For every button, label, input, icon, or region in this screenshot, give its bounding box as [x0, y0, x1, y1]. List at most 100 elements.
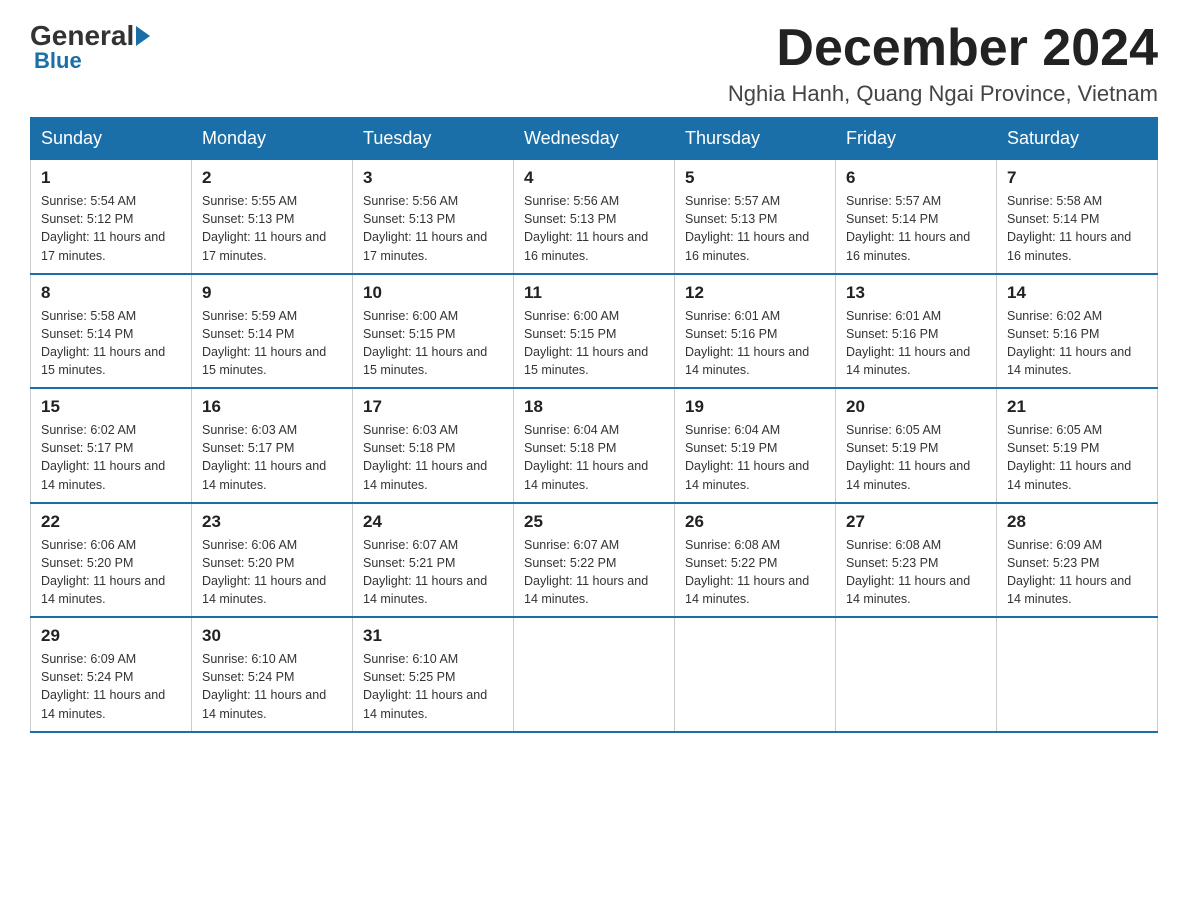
calendar-cell: 18Sunrise: 6:04 AMSunset: 5:18 PMDayligh…	[514, 388, 675, 503]
day-number: 4	[524, 168, 664, 188]
calendar-cell: 20 Sunrise: 6:05 AMSunset: 5:19 PMDayligh…	[836, 388, 997, 503]
day-info: Sunrise: 6:02 AMSunset: 5:16 PMDaylight:…	[1007, 307, 1147, 380]
calendar-cell: 30 Sunrise: 6:10 AMSunset: 5:24 PMDayligh…	[192, 617, 353, 732]
calendar-cell: 13 Sunrise: 6:01 AMSunset: 5:16 PMDayligh…	[836, 274, 997, 389]
calendar-cell: 22 Sunrise: 6:06 AMSunset: 5:20 PMDayligh…	[31, 503, 192, 618]
calendar-cell: 15Sunrise: 6:02 AMSunset: 5:17 PMDayligh…	[31, 388, 192, 503]
calendar-cell	[675, 617, 836, 732]
day-number: 22	[41, 512, 181, 532]
calendar-cell: 24Sunrise: 6:07 AMSunset: 5:21 PMDayligh…	[353, 503, 514, 618]
calendar-cell: 11 Sunrise: 6:00 AMSunset: 5:15 PMDayligh…	[514, 274, 675, 389]
day-info: Sunrise: 6:05 AMSunset: 5:19 PMDaylight:…	[846, 421, 986, 494]
calendar-cell: 1 Sunrise: 5:54 AMSunset: 5:12 PMDaylight…	[31, 160, 192, 274]
day-info: Sunrise: 5:55 AMSunset: 5:13 PMDaylight:…	[202, 192, 342, 265]
day-info: Sunrise: 6:06 AMSunset: 5:20 PMDaylight:…	[202, 536, 342, 609]
logo: General Blue	[30, 20, 152, 74]
header-tuesday: Tuesday	[353, 118, 514, 160]
day-number: 2	[202, 168, 342, 188]
day-number: 10	[363, 283, 503, 303]
day-info: Sunrise: 6:03 AMSunset: 5:17 PMDaylight:…	[202, 421, 342, 494]
day-info: Sunrise: 6:07 AMSunset: 5:21 PMDaylight:…	[363, 536, 503, 609]
day-number: 28	[1007, 512, 1147, 532]
day-info: Sunrise: 6:07 AMSunset: 5:22 PMDaylight:…	[524, 536, 664, 609]
calendar-cell	[997, 617, 1158, 732]
month-title: December 2024	[728, 20, 1158, 77]
day-info: Sunrise: 6:09 AMSunset: 5:23 PMDaylight:…	[1007, 536, 1147, 609]
header-monday: Monday	[192, 118, 353, 160]
calendar-cell: 5Sunrise: 5:57 AMSunset: 5:13 PMDaylight…	[675, 160, 836, 274]
day-info: Sunrise: 5:58 AMSunset: 5:14 PMDaylight:…	[1007, 192, 1147, 265]
day-info: Sunrise: 5:56 AMSunset: 5:13 PMDaylight:…	[363, 192, 503, 265]
location-title: Nghia Hanh, Quang Ngai Province, Vietnam	[728, 81, 1158, 107]
calendar-cell: 23 Sunrise: 6:06 AMSunset: 5:20 PMDayligh…	[192, 503, 353, 618]
title-area: December 2024 Nghia Hanh, Quang Ngai Pro…	[728, 20, 1158, 107]
day-info: Sunrise: 6:09 AMSunset: 5:24 PMDaylight:…	[41, 650, 181, 723]
day-number: 27	[846, 512, 986, 532]
calendar-cell: 21Sunrise: 6:05 AMSunset: 5:19 PMDayligh…	[997, 388, 1158, 503]
calendar-week-row: 1 Sunrise: 5:54 AMSunset: 5:12 PMDaylight…	[31, 160, 1158, 274]
day-number: 26	[685, 512, 825, 532]
header-thursday: Thursday	[675, 118, 836, 160]
day-number: 6	[846, 168, 986, 188]
day-number: 29	[41, 626, 181, 646]
calendar-week-row: 8 Sunrise: 5:58 AMSunset: 5:14 PMDaylight…	[31, 274, 1158, 389]
day-info: Sunrise: 6:06 AMSunset: 5:20 PMDaylight:…	[41, 536, 181, 609]
calendar-cell: 26Sunrise: 6:08 AMSunset: 5:22 PMDayligh…	[675, 503, 836, 618]
day-info: Sunrise: 6:00 AMSunset: 5:15 PMDaylight:…	[524, 307, 664, 380]
day-info: Sunrise: 5:58 AMSunset: 5:14 PMDaylight:…	[41, 307, 181, 380]
day-number: 20	[846, 397, 986, 417]
calendar-cell: 19Sunrise: 6:04 AMSunset: 5:19 PMDayligh…	[675, 388, 836, 503]
calendar-cell: 31 Sunrise: 6:10 AMSunset: 5:25 PMDayligh…	[353, 617, 514, 732]
header-sunday: Sunday	[31, 118, 192, 160]
calendar-cell: 17Sunrise: 6:03 AMSunset: 5:18 PMDayligh…	[353, 388, 514, 503]
calendar-cell: 27Sunrise: 6:08 AMSunset: 5:23 PMDayligh…	[836, 503, 997, 618]
day-number: 1	[41, 168, 181, 188]
header-saturday: Saturday	[997, 118, 1158, 160]
calendar-table: SundayMondayTuesdayWednesdayThursdayFrid…	[30, 117, 1158, 733]
logo-blue: Blue	[34, 48, 82, 74]
calendar-cell	[836, 617, 997, 732]
day-number: 31	[363, 626, 503, 646]
day-number: 13	[846, 283, 986, 303]
day-info: Sunrise: 5:56 AMSunset: 5:13 PMDaylight:…	[524, 192, 664, 265]
calendar-cell: 8 Sunrise: 5:58 AMSunset: 5:14 PMDaylight…	[31, 274, 192, 389]
day-number: 11	[524, 283, 664, 303]
day-info: Sunrise: 6:10 AMSunset: 5:25 PMDaylight:…	[363, 650, 503, 723]
header-friday: Friday	[836, 118, 997, 160]
day-number: 18	[524, 397, 664, 417]
day-info: Sunrise: 6:04 AMSunset: 5:19 PMDaylight:…	[685, 421, 825, 494]
calendar-cell: 7 Sunrise: 5:58 AMSunset: 5:14 PMDaylight…	[997, 160, 1158, 274]
day-number: 5	[685, 168, 825, 188]
day-number: 3	[363, 168, 503, 188]
day-info: Sunrise: 6:01 AMSunset: 5:16 PMDaylight:…	[846, 307, 986, 380]
calendar-cell	[514, 617, 675, 732]
day-info: Sunrise: 5:54 AMSunset: 5:12 PMDaylight:…	[41, 192, 181, 265]
calendar-cell: 3 Sunrise: 5:56 AMSunset: 5:13 PMDaylight…	[353, 160, 514, 274]
day-number: 17	[363, 397, 503, 417]
day-number: 14	[1007, 283, 1147, 303]
calendar-cell: 2 Sunrise: 5:55 AMSunset: 5:13 PMDaylight…	[192, 160, 353, 274]
calendar-cell: 29 Sunrise: 6:09 AMSunset: 5:24 PMDayligh…	[31, 617, 192, 732]
calendar-header-row: SundayMondayTuesdayWednesdayThursdayFrid…	[31, 118, 1158, 160]
day-info: Sunrise: 5:57 AMSunset: 5:14 PMDaylight:…	[846, 192, 986, 265]
calendar-cell: 6 Sunrise: 5:57 AMSunset: 5:14 PMDaylight…	[836, 160, 997, 274]
calendar-cell: 28 Sunrise: 6:09 AMSunset: 5:23 PMDayligh…	[997, 503, 1158, 618]
header-wednesday: Wednesday	[514, 118, 675, 160]
day-number: 25	[524, 512, 664, 532]
day-number: 12	[685, 283, 825, 303]
day-number: 8	[41, 283, 181, 303]
calendar-week-row: 29 Sunrise: 6:09 AMSunset: 5:24 PMDayligh…	[31, 617, 1158, 732]
day-number: 21	[1007, 397, 1147, 417]
calendar-cell: 4 Sunrise: 5:56 AMSunset: 5:13 PMDaylight…	[514, 160, 675, 274]
calendar-cell: 10 Sunrise: 6:00 AMSunset: 5:15 PMDayligh…	[353, 274, 514, 389]
page-header: General Blue December 2024 Nghia Hanh, Q…	[30, 20, 1158, 107]
calendar-cell: 9Sunrise: 5:59 AMSunset: 5:14 PMDaylight…	[192, 274, 353, 389]
day-number: 30	[202, 626, 342, 646]
day-info: Sunrise: 6:00 AMSunset: 5:15 PMDaylight:…	[363, 307, 503, 380]
day-info: Sunrise: 6:01 AMSunset: 5:16 PMDaylight:…	[685, 307, 825, 380]
day-number: 7	[1007, 168, 1147, 188]
day-number: 23	[202, 512, 342, 532]
day-number: 16	[202, 397, 342, 417]
day-info: Sunrise: 6:10 AMSunset: 5:24 PMDaylight:…	[202, 650, 342, 723]
calendar-week-row: 22 Sunrise: 6:06 AMSunset: 5:20 PMDayligh…	[31, 503, 1158, 618]
